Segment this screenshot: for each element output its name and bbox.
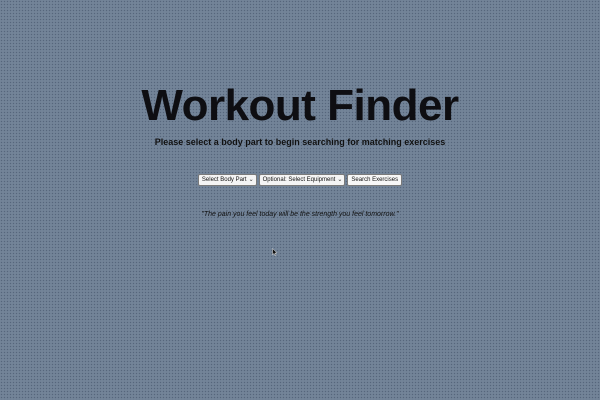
body-part-select[interactable]: Select Body Part ⌄ <box>197 174 257 186</box>
equipment-select-value: Optional: Select Equipment <box>262 177 336 183</box>
page-title: Workout Finder <box>141 81 459 130</box>
chevron-down-icon: ⌄ <box>337 177 343 183</box>
page-subtitle: Please select a body part to begin searc… <box>154 137 446 147</box>
motivational-quote: "The pain you feel today will be the str… <box>201 211 399 218</box>
page: Workout Finder Please select a body part… <box>0 0 600 400</box>
search-controls: Select Body Part ⌄ Optional: Select Equi… <box>0 174 600 186</box>
search-exercises-button[interactable]: Search Exercises <box>347 174 403 186</box>
chevron-down-icon: ⌄ <box>248 177 254 183</box>
equipment-select[interactable]: Optional: Select Equipment ⌄ <box>258 174 346 186</box>
body-part-select-value: Select Body Part <box>201 177 247 183</box>
mouse-pointer-icon <box>272 248 278 256</box>
